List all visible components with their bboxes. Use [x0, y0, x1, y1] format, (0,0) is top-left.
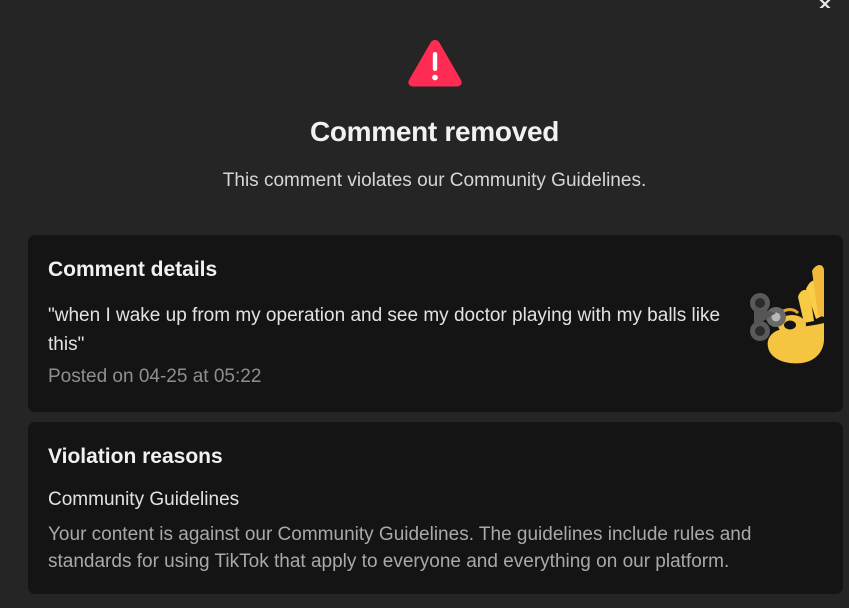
comment-details-heading: Comment details: [48, 258, 218, 281]
close-button[interactable]: [815, 0, 835, 8]
comment-text: "when I wake up from my operation and se…: [48, 305, 721, 355]
posted-timestamp: Posted on 04-25 at 05:22: [48, 366, 262, 387]
page-title: Comment removed: [309, 116, 560, 147]
violation-reasons-heading: Violation reasons: [48, 445, 223, 468]
comment-removed-dialog: Comment removed This comment violates ou…: [0, 0, 849, 608]
warning-triangle-icon: [407, 38, 463, 88]
close-icon: [819, 0, 831, 8]
violation-reasons-card: Violation reasons Community Guidelines Y…: [28, 422, 843, 594]
comment-details-card: Comment details "when I wake up from my …: [28, 235, 843, 412]
ok-hand-fidget-spinner-sticker: [746, 259, 824, 367]
violation-reason-name: Community Guidelines: [48, 489, 240, 510]
violation-reason-description: Your content is against our Community Gu…: [48, 524, 752, 572]
page-subtitle: This comment violates our Community Guid…: [222, 170, 647, 191]
